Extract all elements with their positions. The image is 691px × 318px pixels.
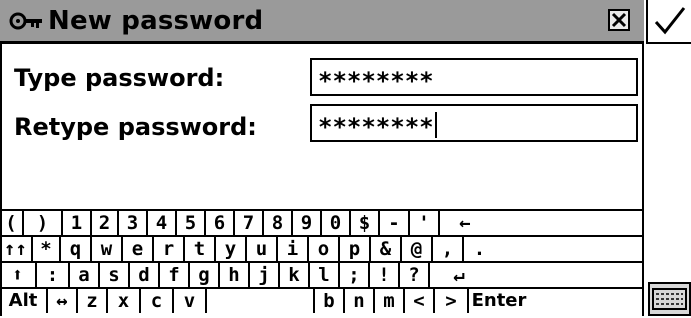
retype-password-label: Retype password: [14, 113, 257, 141]
key-f[interactable]: f [160, 263, 190, 287]
key-v[interactable]: v [174, 289, 207, 313]
key-sym-1[interactable]: * [33, 237, 61, 261]
type-password-value: ******** [318, 67, 434, 95]
key-m[interactable]: m [375, 289, 405, 313]
key-z[interactable]: z [78, 289, 108, 313]
caps-lock-key[interactable]: ↑↑ [0, 237, 33, 261]
key-e[interactable]: e [123, 237, 154, 261]
key-a[interactable]: a [70, 263, 100, 287]
retype-password-value: ******** [318, 113, 434, 141]
key-sym-13[interactable]: @ [402, 237, 433, 261]
key-2[interactable]: 2 [92, 211, 119, 235]
keyboard-icon [652, 288, 687, 310]
key-s[interactable]: s [100, 263, 130, 287]
enter-key[interactable]: Enter [469, 289, 529, 313]
shift-key[interactable]: ⬆ [0, 263, 37, 287]
key-sym-12[interactable]: $ [351, 211, 380, 235]
key-sym-13[interactable]: ? [400, 263, 430, 287]
type-password-label: Type password: [14, 64, 225, 92]
switch-layout-key[interactable]: ↔ [48, 289, 78, 313]
key-sym-1[interactable]: ) [24, 211, 63, 235]
checkmark-icon [654, 7, 686, 35]
key-sym-10[interactable]: < [405, 289, 435, 313]
ok-button[interactable] [646, 0, 691, 44]
key-sym-11[interactable]: ; [340, 263, 370, 287]
key-6[interactable]: 6 [206, 211, 235, 235]
keyboard-toggle-button[interactable] [648, 282, 691, 316]
key-sym-12[interactable]: ! [370, 263, 400, 287]
type-password-field[interactable]: ******** [310, 58, 638, 96]
key-q[interactable]: q [61, 237, 92, 261]
key-sym-13[interactable]: - [380, 211, 410, 235]
key-g[interactable]: g [190, 263, 220, 287]
close-x-icon [611, 12, 627, 28]
key-7[interactable]: 7 [235, 211, 264, 235]
dialog-title: New password [48, 5, 264, 36]
key-0[interactable]: 0 [322, 211, 351, 235]
key-sym-14[interactable]: ' [410, 211, 440, 235]
key-sym-11[interactable]: > [435, 289, 469, 313]
backspace-key[interactable]: ← [440, 211, 490, 235]
key-b[interactable]: b [315, 289, 345, 313]
key-j[interactable]: j [250, 263, 280, 287]
key-k[interactable]: k [280, 263, 310, 287]
key-o[interactable]: o [309, 237, 340, 261]
key-1[interactable]: 1 [63, 211, 92, 235]
title-bar: New password [0, 0, 644, 44]
text-cursor [434, 112, 437, 138]
key-x[interactable]: x [108, 289, 141, 313]
key-y[interactable]: y [216, 237, 247, 261]
key-d[interactable]: d [130, 263, 160, 287]
key-8[interactable]: 8 [264, 211, 293, 235]
key-3[interactable]: 3 [119, 211, 148, 235]
keyboard-row-3: ⬆: a s d f g h j k l;!? ↵ [0, 261, 644, 287]
key-r[interactable]: r [154, 237, 185, 261]
key-5[interactable]: 5 [177, 211, 206, 235]
key-l[interactable]: l [310, 263, 340, 287]
key-sym-0[interactable]: ( [0, 211, 24, 235]
key-i[interactable]: i [278, 237, 309, 261]
keyboard-row-4: Alt ↔ z x c v b n m < > Enter [0, 287, 644, 313]
key-4[interactable]: 4 [148, 211, 177, 235]
alt-key[interactable]: Alt [0, 289, 48, 313]
key-9[interactable]: 9 [293, 211, 322, 235]
return-key[interactable]: ↵ [430, 263, 488, 287]
key-t[interactable]: t [185, 237, 216, 261]
key-h[interactable]: h [220, 263, 250, 287]
space-key[interactable] [207, 289, 315, 313]
key-sym-14[interactable]: , [433, 237, 464, 261]
key-sym-12[interactable]: & [371, 237, 402, 261]
keyboard-row-1: () 1 2 3 4 5 6 7 8 9 0 $ - ' ← [0, 209, 644, 235]
key-sym-1[interactable]: : [37, 263, 70, 287]
key-sym-15[interactable]: . [464, 237, 495, 261]
key-c[interactable]: c [141, 289, 174, 313]
key-p[interactable]: p [340, 237, 371, 261]
on-screen-keyboard: () 1 2 3 4 5 6 7 8 9 0 $ - ' ← ↑↑ * q w e r t y u i o p & @,. ⬆: a s d… [0, 209, 644, 316]
key-w[interactable]: w [92, 237, 123, 261]
keyboard-row-2: ↑↑ * q w e r t y u i o p & @,. [0, 235, 644, 261]
key-n[interactable]: n [345, 289, 375, 313]
retype-password-field[interactable]: ******** [310, 104, 638, 142]
close-button[interactable] [608, 9, 630, 31]
key-u[interactable]: u [247, 237, 278, 261]
key-icon [9, 12, 42, 29]
